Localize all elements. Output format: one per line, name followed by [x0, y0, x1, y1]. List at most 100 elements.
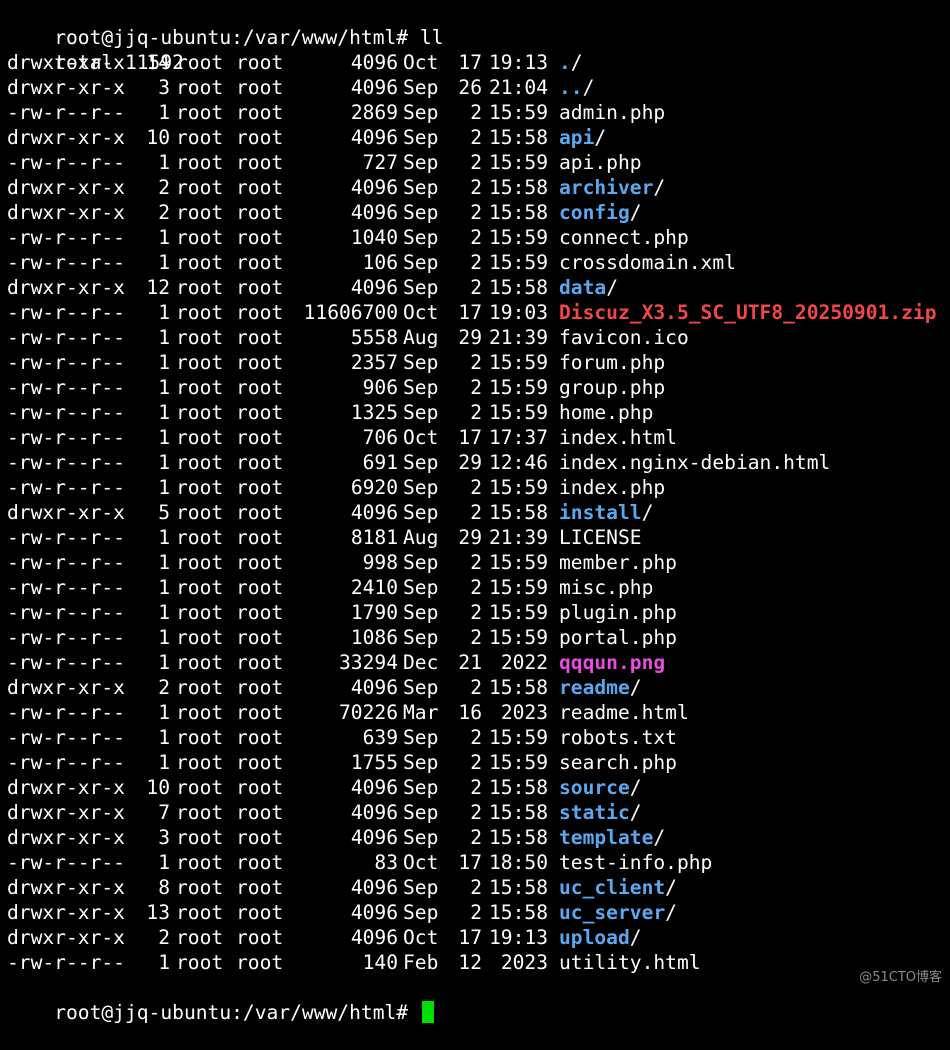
- entry-owner: root: [176, 551, 224, 574]
- entry-group: root: [236, 126, 284, 149]
- listing-row: drwxr-xr-x 8 root root 4096 Sep 2 15:58 uc_clien…: [7, 875, 950, 900]
- entry-size: 6920: [350, 476, 398, 499]
- entry-day: 2: [470, 551, 482, 574]
- total-line: total 11592: [7, 25, 184, 74]
- listing-row: drwxr-xr-x 10 root root 4096 Sep 2 15:58 source/: [7, 775, 950, 800]
- entry-group: root: [236, 151, 284, 174]
- entry-time: 19:03: [489, 301, 548, 324]
- entry-time: 15:59: [489, 151, 548, 174]
- directory-name: ..: [559, 76, 583, 99]
- entry-links: 1: [158, 351, 170, 374]
- entry-day: 2: [470, 826, 482, 849]
- text-cursor[interactable]: [421, 1001, 434, 1023]
- entry-size: 691: [362, 451, 398, 474]
- entry-group: root: [236, 626, 284, 649]
- entry-day: 29: [458, 451, 482, 474]
- entry-group: root: [236, 801, 284, 824]
- entry-group: root: [236, 101, 284, 124]
- listing-row: -rw-r--r-- 1 root root 33294 Dec 21 2022 qqqun.p…: [7, 650, 950, 675]
- entry-time: 15:59: [489, 401, 548, 424]
- entry-owner: root: [176, 276, 224, 299]
- entry-owner: root: [176, 576, 224, 599]
- directory-name: data: [559, 276, 607, 299]
- entry-name: connect.php: [559, 226, 689, 249]
- entry-perm: -rw-r--r--: [7, 726, 125, 749]
- entry-links: 2: [158, 676, 170, 699]
- entry-group: root: [236, 51, 284, 74]
- entry-size: 2869: [350, 101, 398, 124]
- entry-name: readme/: [559, 675, 950, 700]
- final-prompt-line[interactable]: root@jjq-ubuntu:/var/www/html#: [7, 975, 434, 1024]
- entry-day: 2: [470, 201, 482, 224]
- entry-perm: drwxr-xr-x: [7, 801, 125, 824]
- entry-links: 13: [146, 901, 170, 924]
- entry-name: search.php: [559, 751, 677, 774]
- entry-group: root: [236, 201, 284, 224]
- entry-time: 15:59: [489, 376, 548, 399]
- listing-row: drwxr-xr-x 2 root root 4096 Sep 2 15:58 archiver…: [7, 175, 950, 200]
- entry-owner: root: [176, 826, 224, 849]
- listing-row: drwxr-xr-x 2 root root 4096 Sep 2 15:58 config/: [7, 200, 950, 225]
- entry-perm: -rw-r--r--: [7, 851, 125, 874]
- entry-links: 1: [158, 376, 170, 399]
- entry-time: 15:59: [489, 601, 548, 624]
- listing-row: drwxr-xr-x 10 root root 4096 Sep 2 15:58 api/: [7, 125, 950, 150]
- listing-row: -rw-r--r-- 1 root root 1325 Sep 2 15:59 home.php: [7, 400, 950, 425]
- entry-group: root: [236, 251, 284, 274]
- entry-links: 10: [146, 126, 170, 149]
- listing-row: drwxr-xr-x 14 root root 4096 Oct 17 19:13 ./: [7, 50, 950, 75]
- entry-name: home.php: [559, 401, 654, 424]
- path-separator: /: [594, 126, 607, 149]
- entry-owner: root: [176, 801, 224, 824]
- entry-perm: -rw-r--r--: [7, 401, 125, 424]
- entry-owner: root: [176, 51, 224, 74]
- directory-name: install: [559, 501, 642, 524]
- entry-group: root: [236, 726, 284, 749]
- entry-perm: -rw-r--r--: [7, 376, 125, 399]
- entry-day: 2: [470, 876, 482, 899]
- watermark: @51CTO博客: [859, 970, 942, 985]
- entry-size: 4096: [350, 501, 398, 524]
- entry-group: root: [236, 526, 284, 549]
- path-separator: /: [582, 76, 595, 99]
- entry-group: root: [236, 401, 284, 424]
- entry-group: root: [236, 751, 284, 774]
- entry-group: root: [236, 501, 284, 524]
- entry-name: crossdomain.xml: [559, 251, 736, 274]
- entry-perm: -rw-r--r--: [7, 651, 125, 674]
- entry-name: Discuz_X3.5_SC_UTF8_20250901.zip: [559, 301, 937, 324]
- path-separator: /: [629, 676, 642, 699]
- entry-perm: -rw-r--r--: [7, 326, 125, 349]
- entry-owner: root: [176, 376, 224, 399]
- entry-perm: -rw-r--r--: [7, 476, 125, 499]
- listing-row: -rw-r--r-- 1 root root 5558 Aug 29 21:39 favicon…: [7, 325, 950, 350]
- entry-group: root: [236, 776, 284, 799]
- entry-size: 4096: [350, 176, 398, 199]
- listing-row: -rw-r--r-- 1 root root 11606700 Oct 17 19:03 Dis…: [7, 300, 950, 325]
- entry-day: 2: [470, 476, 482, 499]
- entry-month: Sep: [403, 676, 439, 699]
- entry-size: 727: [362, 151, 398, 174]
- entry-links: 1: [158, 626, 170, 649]
- entry-day: 17: [458, 51, 482, 74]
- directory-name: uc_server: [559, 901, 666, 924]
- entry-links: 7: [158, 801, 170, 824]
- entry-month: Sep: [403, 176, 439, 199]
- entry-day: 16: [458, 701, 482, 724]
- entry-group: root: [236, 551, 284, 574]
- listing-row: -rw-r--r-- 1 root root 2869 Sep 2 15:59 admin.ph…: [7, 100, 950, 125]
- entry-day: 2: [470, 376, 482, 399]
- entry-perm: -rw-r--r--: [7, 226, 125, 249]
- directory-name: uc_client: [559, 876, 666, 899]
- terminal-window[interactable]: root@jjq-ubuntu:/var/www/html# ll total …: [0, 0, 950, 1024]
- entry-group: root: [236, 576, 284, 599]
- entry-perm: -rw-r--r--: [7, 451, 125, 474]
- entry-month: Sep: [403, 201, 439, 224]
- entry-time: 17:37: [489, 426, 548, 449]
- entry-perm: -rw-r--r--: [7, 551, 125, 574]
- entry-time: 15:59: [489, 226, 548, 249]
- entry-name: favicon.ico: [559, 326, 689, 349]
- entry-month: Sep: [403, 776, 439, 799]
- entry-perm: drwxr-xr-x: [7, 826, 125, 849]
- listing-row: drwxr-xr-x 5 root root 4096 Sep 2 15:58 install/: [7, 500, 950, 525]
